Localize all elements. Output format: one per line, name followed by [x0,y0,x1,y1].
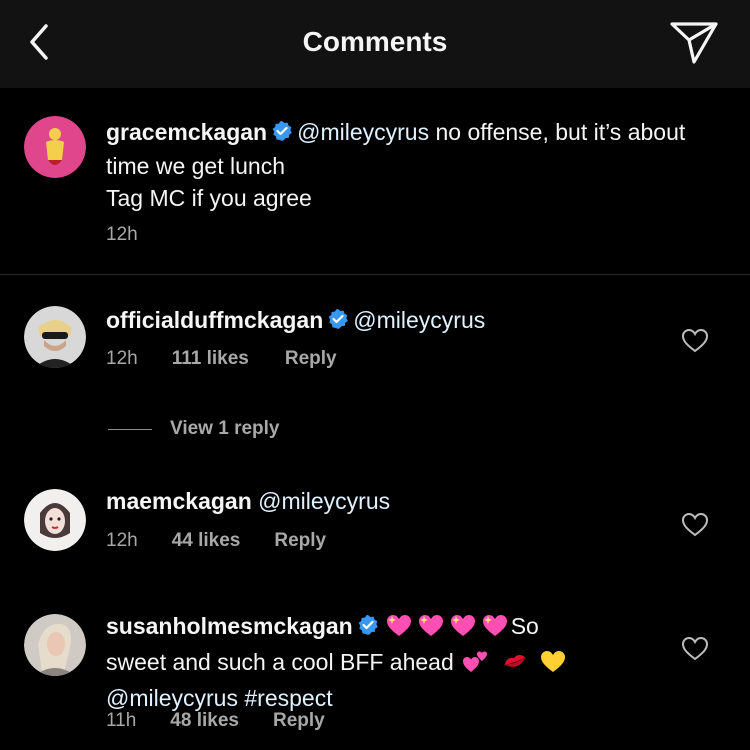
reply-button[interactable]: Reply [274,530,326,552]
kiss-mark-icon [500,648,530,682]
comment-username[interactable]: officialduffmckagan [106,307,323,333]
comment-meta: 12h 44 likes Reply [106,530,326,552]
likes-count[interactable]: 44 likes [172,530,241,552]
likes-count[interactable]: 111 likes [172,348,249,370]
avatar[interactable] [24,614,86,676]
timestamp: 12h [106,348,138,369]
reply-button[interactable]: Reply [285,348,337,370]
two-hearts-icon [461,648,491,682]
share-button[interactable] [668,18,720,66]
heart-icon [681,512,709,537]
timestamp: 12h [106,530,138,551]
sparkling-heart-icon [416,612,446,646]
caption-meta: 12h [106,224,138,246]
comment-text: maemckagan @mileycyrus [106,485,716,517]
avatar[interactable] [24,116,86,178]
verified-badge-icon [357,612,379,644]
paper-plane-icon [670,22,718,64]
likes-count[interactable]: 48 likes [170,710,239,732]
timestamp: 12h [106,224,138,245]
caption-body-line2: Tag MC if you agree [106,185,312,211]
mention-link[interactable]: @mileycyrus [353,307,485,333]
mention-link[interactable]: @mileycyrus [258,488,390,514]
view-replies-link[interactable]: View 1 reply [108,418,280,440]
comment-body: So [510,613,539,639]
reply-button[interactable]: Reply [273,710,325,732]
verified-badge-icon [327,306,349,338]
comment-username[interactable]: maemckagan [106,488,252,514]
comment-text: officialduffmckagan @mileycyrus [106,304,716,338]
divider [108,428,152,430]
like-button[interactable] [681,512,709,538]
comment-meta: 12h 111 likes Reply [106,348,337,370]
timestamp: 11h [106,710,137,731]
sparkling-heart-icon [480,612,510,646]
mention-link[interactable]: @mileycyrus [106,685,238,711]
comment-username[interactable]: susanholmesmckagan [106,613,353,639]
avatar[interactable] [24,306,86,368]
sparkling-heart-icon [384,612,414,646]
like-button[interactable] [681,328,709,354]
yellow-heart-icon [538,648,568,682]
mention-link[interactable]: @mileycyrus [297,119,429,145]
verified-badge-icon [271,118,293,150]
like-button[interactable] [681,636,709,662]
caption-username[interactable]: gracemckagan [106,119,267,145]
comment-body-line2: sweet and such a cool BFF ahead [106,649,454,675]
header-bar: Comments [0,0,750,88]
heart-icon [681,636,709,661]
avatar[interactable] [24,489,86,551]
comment-text: susanholmesmckagan So sweet and such a co… [106,610,666,714]
caption: gracemckagan @mileycyrus no offense, but … [0,88,750,275]
comment-meta: 11h 48 likes Reply [106,710,325,732]
hashtag-link[interactable]: #respect [244,685,332,711]
page-title: Comments [302,26,448,57]
heart-icon [681,328,709,353]
view-replies-label: View 1 reply [170,418,280,439]
sparkling-heart-icon [448,612,478,646]
caption-text: gracemckagan @mileycyrus no offense, but … [106,116,716,214]
